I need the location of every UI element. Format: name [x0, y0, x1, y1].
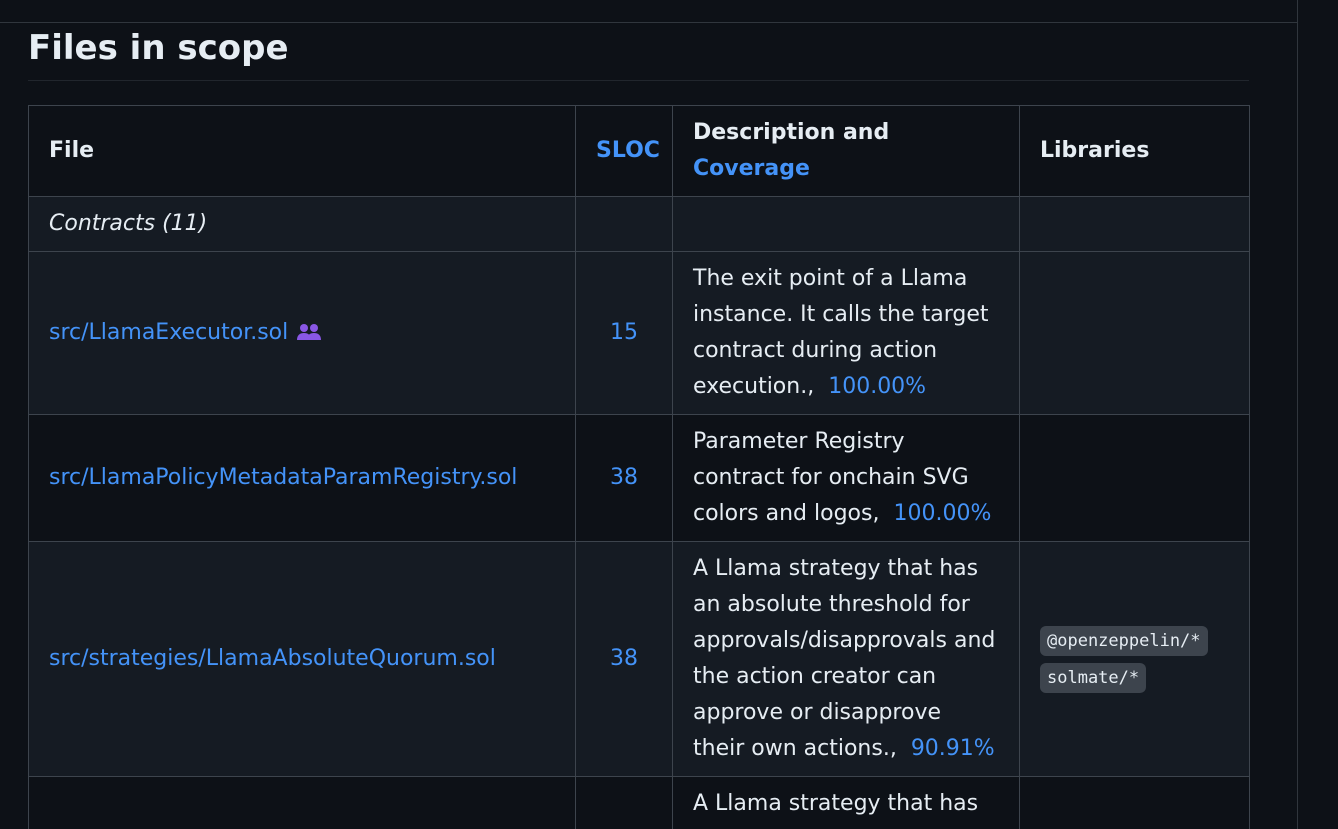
coverage-link[interactable]: Coverage	[693, 156, 810, 181]
page: Files in scope File SLOC Description and…	[0, 0, 1338, 829]
header-libraries: Libraries	[1019, 105, 1250, 197]
top-divider	[0, 22, 1297, 23]
file-link[interactable]: src/LlamaPolicyMetadataParamRegistry.sol	[49, 465, 517, 490]
library-pill: @openzeppelin/*	[1040, 626, 1208, 656]
file-cell	[28, 776, 576, 829]
table-header-row: File SLOC Description and Coverage Libra…	[28, 105, 1250, 197]
description-header-label: Description and	[693, 120, 890, 145]
file-link[interactable]: src/strategies/LlamaAbsoluteQuorum.sol	[49, 646, 496, 671]
table-row-group: Contracts (11)	[28, 196, 1250, 252]
description-cell: Parameter Registry contract for onchain …	[672, 414, 1020, 542]
coverage-link[interactable]: 100.00%	[828, 374, 926, 399]
sloc-cell[interactable]: 38	[575, 541, 673, 777]
libraries-cell	[1019, 251, 1250, 415]
description-cell: A Llama strategy that has an absolute th…	[672, 541, 1020, 777]
sloc-link[interactable]: 38	[610, 646, 638, 671]
libraries-cell	[1019, 414, 1250, 542]
file-cell: src/LlamaPolicyMetadataParamRegistry.sol	[28, 414, 576, 542]
sloc-link[interactable]: 38	[610, 465, 638, 490]
sloc-link[interactable]: 15	[610, 320, 638, 345]
file-cell: src/strategies/LlamaAbsoluteQuorum.sol	[28, 541, 576, 777]
coverage-link[interactable]: 100.00%	[893, 501, 991, 526]
table-row: src/LlamaExecutor.sol 15 The exit point …	[28, 251, 1250, 415]
libraries-cell	[1019, 776, 1250, 829]
people-icon	[296, 317, 322, 340]
description-text: A Llama strategy that has an absolute th…	[693, 556, 996, 761]
description-cell: A Llama strategy that has an absolute th…	[672, 776, 1020, 829]
group-label: Contracts (11)	[28, 196, 576, 252]
section-heading: Files in scope	[28, 28, 289, 68]
header-description: Description and Coverage	[672, 105, 1020, 197]
description-cell: The exit point of a Llama instance. It c…	[672, 251, 1020, 415]
table-row: src/LlamaPolicyMetadataParamRegistry.sol…	[28, 414, 1250, 542]
library-pill: solmate/*	[1040, 663, 1147, 693]
description-text: A Llama strategy that has an absolute th…	[693, 791, 979, 829]
table-row: src/strategies/LlamaAbsoluteQuorum.sol 3…	[28, 541, 1250, 777]
header-file: File	[28, 105, 576, 197]
file-link[interactable]: src/LlamaExecutor.sol	[49, 320, 288, 345]
files-in-scope-table: File SLOC Description and Coverage Libra…	[28, 105, 1250, 829]
right-divider	[1297, 0, 1298, 829]
sloc-cell	[575, 776, 673, 829]
sloc-cell[interactable]: 38	[575, 414, 673, 542]
heading-divider	[28, 80, 1249, 81]
header-sloc[interactable]: SLOC	[575, 105, 673, 197]
sloc-cell[interactable]: 15	[575, 251, 673, 415]
coverage-link[interactable]: 90.91%	[911, 736, 995, 761]
libraries-cell: @openzeppelin/* solmate/*	[1019, 541, 1250, 777]
sloc-link[interactable]: SLOC	[596, 138, 660, 163]
file-cell: src/LlamaExecutor.sol	[28, 251, 576, 415]
table-row: A Llama strategy that has an absolute th…	[28, 776, 1250, 829]
